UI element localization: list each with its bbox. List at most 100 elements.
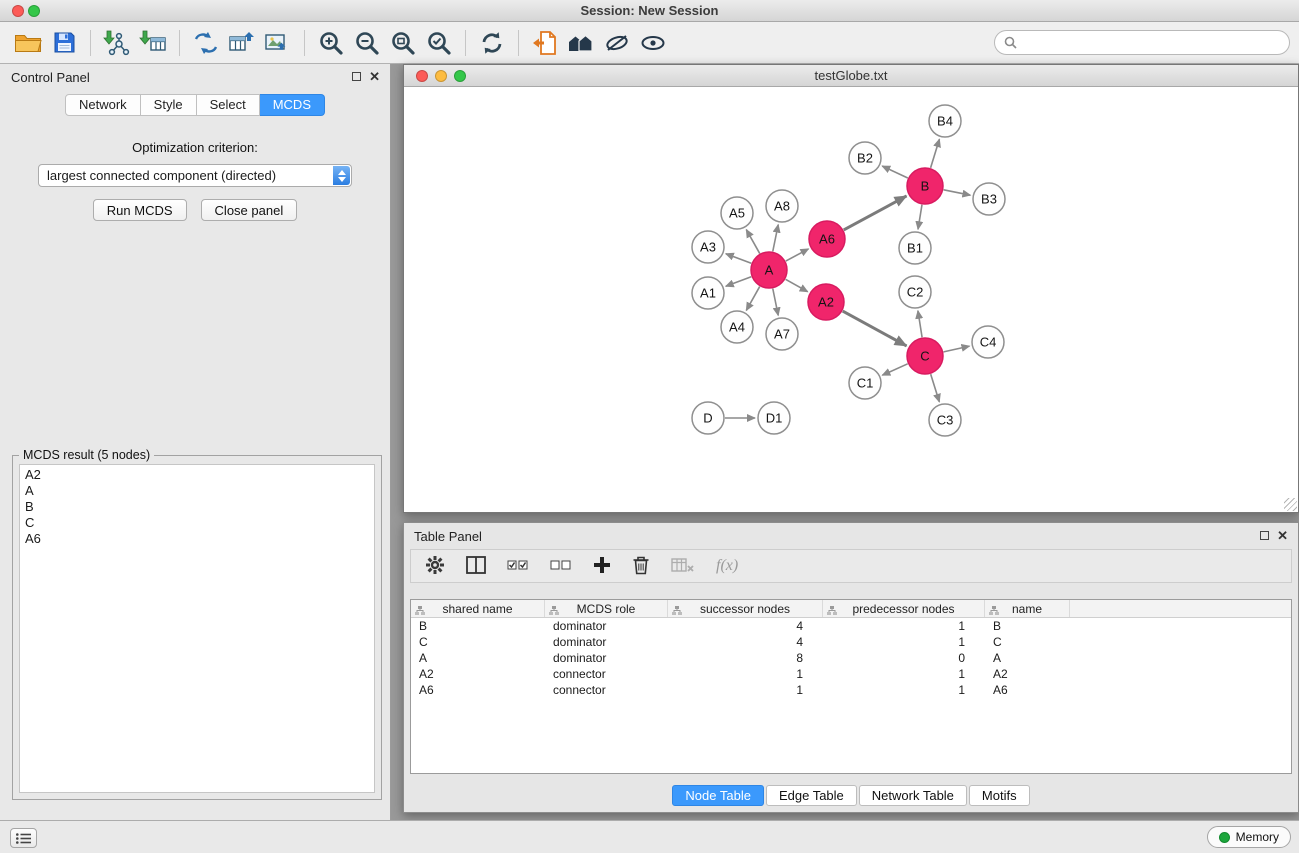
mcds-result-list[interactable]: A2ABCA6 — [19, 464, 375, 793]
table-row-A6[interactable]: A6connector11A6 — [411, 682, 1291, 698]
close-panel-icon[interactable]: ✕ — [369, 69, 380, 85]
network-node-B2[interactable]: B2 — [849, 142, 881, 174]
network-edge-B-B2[interactable] — [882, 166, 908, 178]
float-panel-icon[interactable] — [352, 72, 361, 81]
deselect-all-button[interactable] — [550, 559, 572, 574]
import-table-button[interactable] — [135, 26, 171, 60]
network-node-A3[interactable]: A3 — [692, 231, 724, 263]
table-row-A2[interactable]: A2connector11A2 — [411, 666, 1291, 682]
network-edge-A-A8[interactable] — [773, 225, 778, 252]
network-edge-A-A3[interactable] — [726, 254, 751, 264]
column-header-name[interactable]: name — [985, 600, 1070, 617]
table-row-B[interactable]: Bdominator41B — [411, 618, 1291, 634]
tab-mcds[interactable]: MCDS — [260, 94, 325, 116]
network-node-B1[interactable]: B1 — [899, 232, 931, 264]
tab-style[interactable]: Style — [141, 94, 197, 116]
zoom-in-button[interactable] — [313, 26, 349, 60]
network-node-A7[interactable]: A7 — [766, 318, 798, 350]
table-row-C[interactable]: Cdominator41C — [411, 634, 1291, 650]
network-node-D1[interactable]: D1 — [758, 402, 790, 434]
zoom-selected-button[interactable] — [421, 26, 457, 60]
tab-edge-table[interactable]: Edge Table — [766, 785, 857, 806]
resize-grip[interactable] — [1284, 498, 1297, 511]
zoom-out-button[interactable] — [349, 26, 385, 60]
float-table-panel-icon[interactable] — [1260, 531, 1269, 540]
zoom-fit-button[interactable] — [385, 26, 421, 60]
column-header-shared-name[interactable]: shared name — [411, 600, 545, 617]
network-edge-A-A4[interactable] — [746, 287, 759, 311]
function-builder-button[interactable]: f(x) — [716, 557, 738, 575]
import-network-button[interactable] — [99, 26, 135, 60]
network-edge-B-B4[interactable] — [931, 139, 940, 168]
open-session-button[interactable] — [10, 26, 46, 60]
document-button[interactable] — [527, 26, 563, 60]
mcds-result-item[interactable]: A2 — [20, 467, 374, 483]
node-table[interactable]: shared nameMCDS rolesuccessor nodesprede… — [410, 599, 1292, 774]
network-edge-B-B1[interactable] — [918, 205, 922, 229]
home-button[interactable] — [563, 26, 599, 60]
export-image-button[interactable] — [260, 26, 296, 60]
delete-table-button[interactable] — [671, 557, 695, 576]
task-history-button[interactable] — [10, 828, 37, 848]
export-network-button[interactable] — [188, 26, 224, 60]
tab-motifs[interactable]: Motifs — [969, 785, 1030, 806]
network-node-A6[interactable]: A6 — [809, 221, 845, 257]
network-edge-B-B3[interactable] — [944, 190, 971, 195]
mcds-result-item[interactable]: A6 — [20, 531, 374, 547]
export-table-button[interactable] — [224, 26, 260, 60]
network-node-D[interactable]: D — [692, 402, 724, 434]
tab-select[interactable]: Select — [197, 94, 260, 116]
column-header-predecessor-nodes[interactable]: predecessor nodes — [823, 600, 985, 617]
refresh-button[interactable] — [474, 26, 510, 60]
network-node-A2[interactable]: A2 — [808, 284, 844, 320]
network-edge-A6-B[interactable] — [844, 196, 907, 230]
select-all-button[interactable] — [507, 559, 529, 574]
show-details-button[interactable] — [635, 26, 671, 60]
network-edge-A-A5[interactable] — [746, 230, 759, 254]
search-box[interactable] — [994, 30, 1290, 55]
tab-node-table[interactable]: Node Table — [672, 785, 764, 806]
network-edge-C-C1[interactable] — [882, 364, 907, 375]
add-column-button[interactable] — [593, 556, 611, 577]
network-node-A8[interactable]: A8 — [766, 190, 798, 222]
network-node-C2[interactable]: C2 — [899, 276, 931, 308]
mcds-result-item[interactable]: B — [20, 499, 374, 515]
network-edge-A-A1[interactable] — [726, 277, 751, 287]
network-edge-A-A7[interactable] — [773, 289, 778, 316]
network-edge-A-A2[interactable] — [786, 279, 808, 291]
network-node-A5[interactable]: A5 — [721, 197, 753, 229]
table-row-A[interactable]: Adominator80A — [411, 650, 1291, 666]
column-header-MCDS-role[interactable]: MCDS role — [545, 600, 668, 617]
network-node-B4[interactable]: B4 — [929, 105, 961, 137]
tab-network-table[interactable]: Network Table — [859, 785, 967, 806]
network-node-C4[interactable]: C4 — [972, 326, 1004, 358]
network-edge-C-C3[interactable] — [931, 374, 940, 402]
memory-button[interactable]: Memory — [1207, 826, 1291, 848]
network-edge-A2-C[interactable] — [843, 311, 907, 346]
table-settings-button[interactable] — [425, 555, 445, 578]
network-edge-C-C2[interactable] — [918, 311, 922, 337]
network-edge-C-C4[interactable] — [944, 346, 970, 352]
network-node-C1[interactable]: C1 — [849, 367, 881, 399]
tab-network[interactable]: Network — [65, 94, 141, 116]
mcds-result-item[interactable]: C — [20, 515, 374, 531]
network-node-B[interactable]: B — [907, 168, 943, 204]
close-table-panel-icon[interactable]: ✕ — [1277, 528, 1288, 544]
hide-details-button[interactable] — [599, 26, 635, 60]
network-canvas[interactable]: AA1A2A3A4A5A6A7A8BB1B2B3B4CC1C2C3C4DD1 — [404, 88, 1298, 512]
network-node-A1[interactable]: A1 — [692, 277, 724, 309]
network-graph[interactable]: AA1A2A3A4A5A6A7A8BB1B2B3B4CC1C2C3C4DD1 — [404, 88, 1298, 512]
network-edge-A-A6[interactable] — [786, 249, 809, 261]
network-node-B3[interactable]: B3 — [973, 183, 1005, 215]
close-panel-button[interactable]: Close panel — [201, 199, 298, 221]
save-session-button[interactable] — [46, 26, 82, 60]
network-node-A[interactable]: A — [751, 252, 787, 288]
run-mcds-button[interactable]: Run MCDS — [93, 199, 187, 221]
network-node-C3[interactable]: C3 — [929, 404, 961, 436]
search-input[interactable] — [1022, 35, 1280, 50]
show-columns-button[interactable] — [466, 556, 486, 577]
column-header-successor-nodes[interactable]: successor nodes — [668, 600, 823, 617]
delete-column-button[interactable] — [632, 555, 650, 578]
network-node-C[interactable]: C — [907, 338, 943, 374]
mcds-result-item[interactable]: A — [20, 483, 374, 499]
